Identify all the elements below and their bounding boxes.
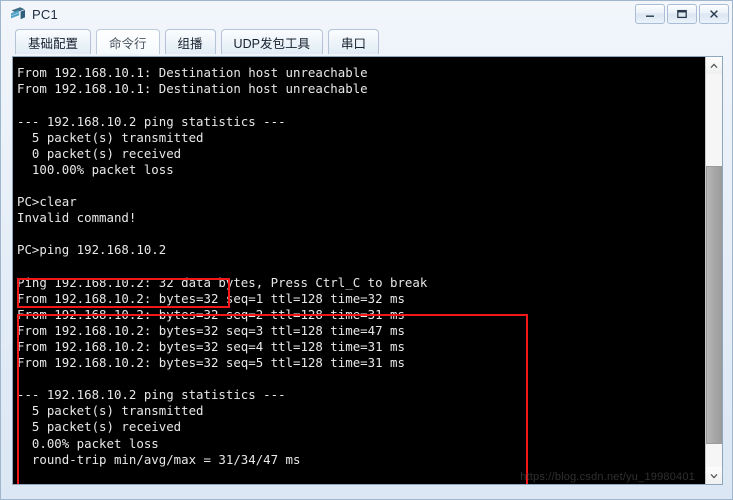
close-button[interactable] <box>699 4 729 24</box>
pc1-window: PC1 基础配置 命令行 组播 UDP发包工具 串口 From 192.168.… <box>0 0 733 500</box>
tab-label: 基础配置 <box>28 36 79 51</box>
tab-command-line[interactable]: 命令行 <box>96 29 160 54</box>
minimize-icon <box>646 15 654 17</box>
scrollbar-track[interactable] <box>706 74 722 467</box>
tab-udp-tool[interactable]: UDP发包工具 <box>220 29 323 54</box>
tab-label: UDP发包工具 <box>233 36 310 51</box>
maximize-button[interactable] <box>667 4 697 24</box>
window-title: PC1 <box>32 6 58 22</box>
tab-label: 串口 <box>340 36 366 51</box>
watermark: https://blog.csdn.net/yu_19980401 <box>520 471 695 483</box>
tab-basic-config[interactable]: 基础配置 <box>15 29 92 54</box>
tab-label: 组播 <box>177 36 203 51</box>
chevron-up-icon <box>710 63 718 68</box>
chevron-down-icon <box>710 473 718 478</box>
terminal-console[interactable]: From 192.168.10.1: Destination host unre… <box>13 57 707 484</box>
terminal-panel: From 192.168.10.1: Destination host unre… <box>12 56 723 485</box>
tab-label: 命令行 <box>109 36 147 51</box>
scroll-up-button[interactable] <box>706 57 722 74</box>
app-root: PC1 基础配置 命令行 组播 UDP发包工具 串口 From 192.168.… <box>0 0 733 500</box>
terminal-output: From 192.168.10.1: Destination host unre… <box>17 65 428 484</box>
minimize-button[interactable] <box>635 4 665 24</box>
window-controls <box>635 4 729 24</box>
pc-icon <box>9 5 27 23</box>
tab-multicast[interactable]: 组播 <box>164 29 216 54</box>
window-titlebar: PC1 <box>1 1 733 29</box>
scroll-down-button[interactable] <box>706 467 722 484</box>
tab-strip: 基础配置 命令行 组播 UDP发包工具 串口 <box>1 29 733 57</box>
terminal-scrollbar[interactable] <box>705 57 722 484</box>
maximize-icon <box>677 9 687 19</box>
scrollbar-thumb[interactable] <box>706 166 722 444</box>
window-title-group: PC1 <box>9 5 58 23</box>
close-icon <box>710 10 718 18</box>
tab-serial-port[interactable]: 串口 <box>327 29 379 54</box>
